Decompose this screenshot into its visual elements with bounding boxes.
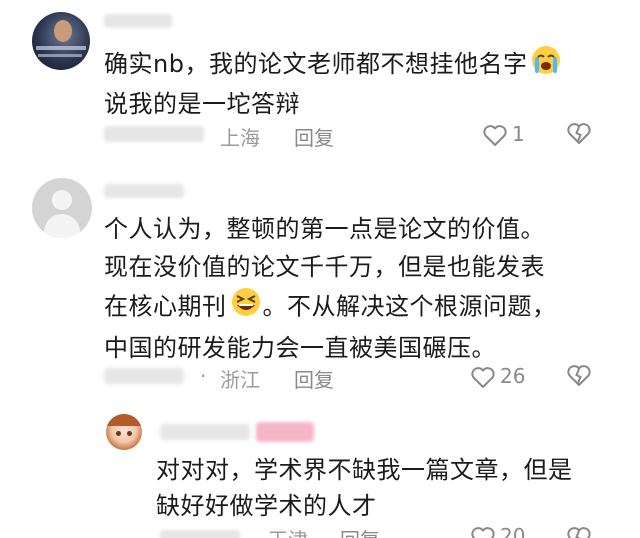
comment-line: 中国的研发能力会一直被美国碾压。 [104, 334, 496, 362]
avatar-text-overlay [36, 46, 86, 50]
comment-line: 说我的是一坨答辩 [104, 90, 300, 118]
dislike-button[interactable] [566, 122, 592, 150]
avatar[interactable] [32, 178, 92, 238]
username-blurred[interactable] [160, 424, 250, 440]
comment-line: 现在没价值的论文千千万，但是也能发表 [104, 253, 545, 281]
like-count: 20 [500, 526, 526, 538]
like-button[interactable]: 26 [470, 364, 530, 390]
timestamp-blurred [104, 368, 184, 384]
comment-line: 个人认为，整顿的第一点是论文的价值。 [104, 215, 545, 243]
like-button[interactable]: 1 [482, 122, 532, 148]
avatar-eye [116, 431, 121, 436]
grinning-squint-face-icon [229, 286, 263, 329]
comment-text: 个人认为，整顿的第一点是论文的价值。 现在没价值的论文千千万，但是也能发表 在核… [104, 210, 624, 367]
username-blurred[interactable] [104, 184, 184, 198]
comment-line: 在核心期刊 [104, 292, 227, 321]
like-count: 26 [500, 364, 526, 388]
heart-icon[interactable] [470, 526, 496, 538]
comment-text: 对对对，学术界不缺我一篇文章，但是 缺好好做学术的人才 [156, 452, 626, 524]
location-separator: · [200, 364, 207, 388]
comment-line: 缺好好做学术的人才 [156, 492, 377, 520]
avatar-eye [127, 431, 132, 436]
comment-line: 。不从解决这个根源问题， [262, 292, 557, 321]
avatar-face [54, 20, 72, 42]
like-count: 1 [512, 122, 525, 146]
timestamp-blurred [104, 126, 204, 142]
default-user-icon-body [44, 214, 80, 238]
avatar[interactable] [32, 12, 90, 70]
reply-button[interactable]: 回复 [340, 526, 380, 538]
comment-meta-row: 天津 回复 20 [0, 526, 640, 538]
comment-line: 确实nb，我的论文老师都不想挂他名字 [104, 50, 528, 78]
broken-heart-icon [566, 123, 592, 150]
timestamp-blurred [160, 530, 240, 538]
location-label: 上海 [220, 126, 260, 150]
broken-heart-icon[interactable] [566, 526, 592, 538]
location-label: 浙江 [220, 368, 260, 392]
comment-line: 对对对，学术界不缺我一篇文章，但是 [156, 456, 573, 484]
comment-text: 确实nb，我的论文老师都不想挂他名字 说我的是一坨答辩 [104, 44, 624, 122]
reply-button[interactable]: 回复 [294, 122, 334, 151]
dislike-button[interactable] [566, 364, 592, 392]
location-label: 天津 [268, 526, 308, 538]
avatar-hair [106, 414, 142, 426]
avatar[interactable] [106, 414, 142, 450]
broken-heart-icon [566, 365, 592, 392]
heart-icon [470, 366, 496, 394]
user-badge-blurred [256, 422, 314, 442]
reply-button[interactable]: 回复 [294, 364, 334, 393]
avatar-text-overlay [38, 54, 82, 57]
heart-icon [482, 124, 508, 152]
username-blurred[interactable] [104, 14, 172, 28]
default-user-icon [52, 190, 72, 210]
crying-face-icon [529, 44, 563, 86]
